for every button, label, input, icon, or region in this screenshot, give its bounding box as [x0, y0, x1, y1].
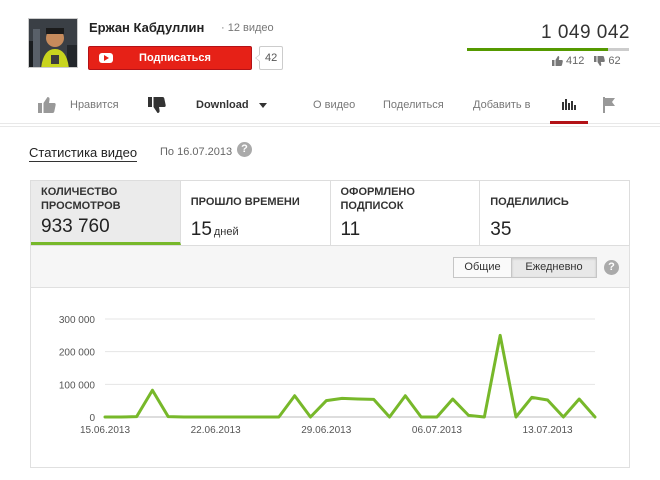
subscribe-button[interactable]: Подписаться: [88, 46, 252, 70]
tile-value: 35: [490, 219, 512, 240]
y-tick-label: 300 000: [59, 315, 96, 326]
tile-subscriptions[interactable]: Оформлено подписок 11: [331, 181, 481, 245]
chart-toolbar: Общие Ежедневно ?: [30, 246, 630, 288]
x-tick-label: 06.07.2013: [412, 425, 462, 436]
add-to-label: Добавить в: [473, 99, 531, 111]
like-label: Нравится: [70, 99, 119, 111]
like-count: 412: [566, 55, 585, 67]
share-label: Поделиться: [383, 99, 444, 111]
stats-title: Статистика видео: [29, 145, 138, 162]
view-count: 1 049 042: [540, 22, 630, 43]
daily-views-chart: 0 100 000 200 000 300 000 15.06.2013 22.06.20…: [59, 315, 597, 436]
tab-statistics[interactable]: [550, 86, 588, 124]
thumbs-down-small-icon: [594, 56, 606, 66]
subscribe-label: Подписаться: [139, 52, 211, 64]
like-dislike-counts: 412 62: [552, 55, 621, 67]
tile-time-elapsed[interactable]: Прошло времени 15 дней: [181, 181, 331, 245]
x-tick-label: 15.06.2013: [80, 425, 130, 436]
flag-icon: [603, 97, 615, 113]
like-button[interactable]: Нравится: [38, 86, 119, 124]
tile-shares[interactable]: Поделились 35: [480, 181, 629, 245]
y-tick-label: 100 000: [59, 380, 96, 391]
tile-unit: дней: [213, 226, 239, 238]
youtube-icon: [99, 53, 113, 63]
thumbs-down-icon: [148, 97, 166, 113]
stats-tiles: Количество просмотров 933 760 Прошло вре…: [30, 180, 630, 246]
toggle-daily-button[interactable]: Ежедневно: [511, 257, 597, 278]
thumbs-up-icon: [38, 97, 56, 113]
chart-help-icon[interactable]: ?: [604, 260, 619, 275]
chart-container: 0 100 000 200 000 300 000 15.06.2013 22.06.20…: [30, 288, 630, 468]
video-count[interactable]: · 12 видео: [221, 22, 274, 34]
tile-label: Оформлено подписок: [340, 186, 415, 212]
tile-views[interactable]: Количество просмотров 933 760: [31, 181, 181, 245]
tile-label: Поделились: [490, 196, 569, 208]
tile-value: 933 760: [41, 216, 110, 237]
channel-avatar[interactable]: [28, 18, 78, 68]
channel-name[interactable]: Ержан Кабдуллин: [89, 20, 204, 35]
tab-add-to[interactable]: Добавить в: [473, 86, 531, 124]
download-button[interactable]: Download: [196, 86, 267, 124]
views-series-line: [103, 333, 597, 419]
like-ratio-bar: [467, 48, 629, 51]
like-ratio-fill: [467, 48, 608, 51]
tile-label: Количество просмотров: [41, 186, 121, 212]
x-tick-label: 29.06.2013: [301, 425, 351, 436]
x-tick-label: 22.06.2013: [191, 425, 241, 436]
y-tick-label: 0: [89, 413, 95, 424]
tab-share[interactable]: Поделиться: [383, 86, 444, 124]
chevron-down-icon: [258, 102, 267, 108]
thumbs-up-small-icon: [552, 56, 563, 66]
stats-date: По 16.07.2013: [160, 146, 233, 158]
report-button[interactable]: [602, 86, 616, 124]
download-label: Download: [196, 99, 249, 111]
dislike-count: 62: [608, 55, 621, 67]
dislike-button[interactable]: [148, 86, 166, 124]
tile-label: Прошло времени: [190, 196, 300, 208]
help-icon[interactable]: ?: [237, 142, 252, 157]
avatar-image: [29, 19, 77, 67]
tab-about[interactable]: О видео: [313, 86, 355, 124]
y-tick-label: 200 000: [59, 348, 96, 359]
about-label: О видео: [313, 99, 356, 111]
x-tick-label: 13.07.2013: [523, 425, 573, 436]
subscriber-count: 42: [254, 46, 284, 70]
bar-chart-icon: [562, 98, 576, 110]
tile-value: 11: [340, 219, 361, 240]
tile-value: 15: [190, 219, 212, 240]
toggle-total-button[interactable]: Общие: [453, 257, 512, 278]
